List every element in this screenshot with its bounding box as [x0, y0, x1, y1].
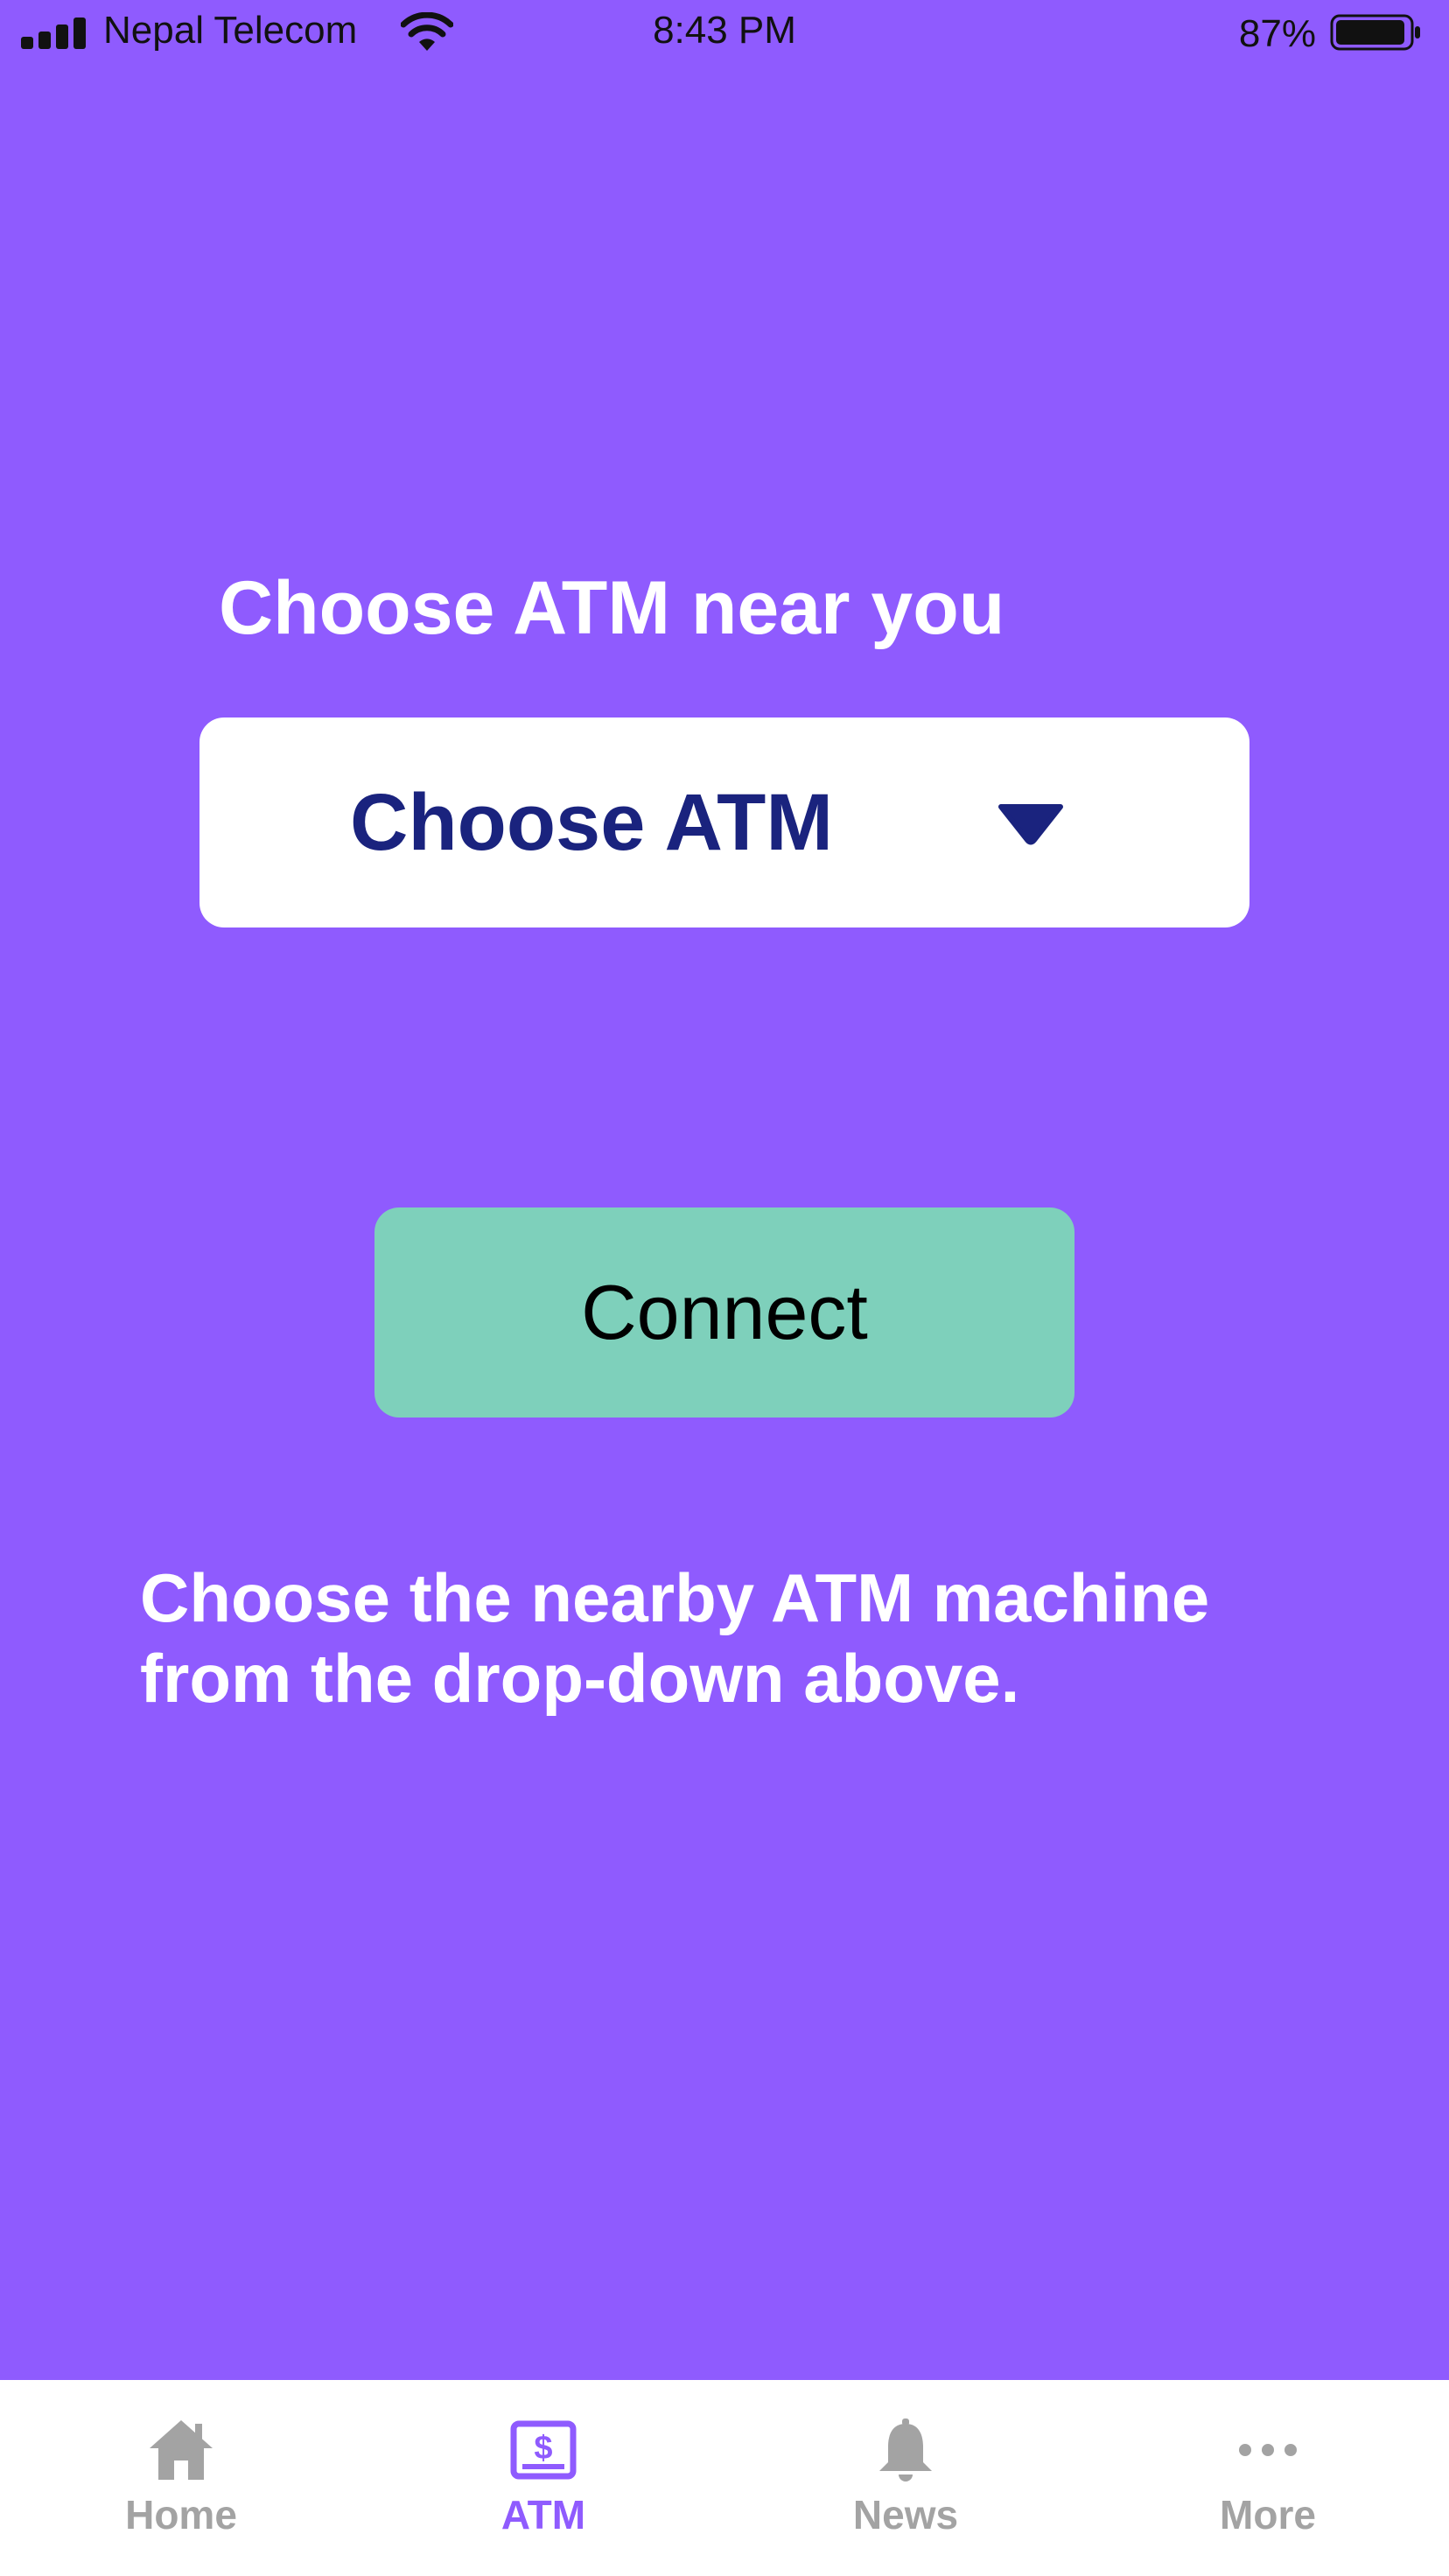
battery-percentage: 87%: [1238, 12, 1316, 55]
tab-label: Home: [125, 2492, 237, 2538]
help-text: Choose the nearby ATM machine from the d…: [140, 1559, 1210, 1717]
tab-label: More: [1220, 2492, 1316, 2538]
status-time: 8:43 PM: [653, 9, 796, 52]
status-bar: Nepal Telecom 8:43 PM 87%: [0, 0, 1449, 66]
tab-home[interactable]: Home: [0, 2380, 362, 2576]
connect-button[interactable]: Connect: [374, 1208, 1074, 1418]
atm-dollar-icon: $: [510, 2420, 577, 2480]
bell-icon: [879, 2418, 932, 2482]
atm-screen: Nepal Telecom 8:43 PM 87% Choose ATM nea…: [0, 0, 1449, 2576]
page-title: Choose ATM near you: [219, 566, 1005, 650]
tab-bar: Home $ ATM News More: [0, 2380, 1449, 2576]
battery-icon: [1330, 14, 1420, 51]
tab-label: ATM: [500, 2492, 586, 2538]
tab-news[interactable]: News: [724, 2380, 1087, 2576]
dropdown-selected-value: Choose ATM: [350, 778, 833, 867]
home-icon: [150, 2420, 213, 2480]
tab-atm[interactable]: $ ATM: [362, 2380, 724, 2576]
tab-label: News: [852, 2492, 959, 2538]
tab-more[interactable]: More: [1087, 2380, 1449, 2576]
atm-dropdown[interactable]: Choose ATM: [200, 718, 1250, 928]
caret-down-icon: [998, 804, 1063, 845]
ellipsis-icon: [1239, 2444, 1297, 2456]
svg-text:$: $: [534, 2430, 552, 2467]
